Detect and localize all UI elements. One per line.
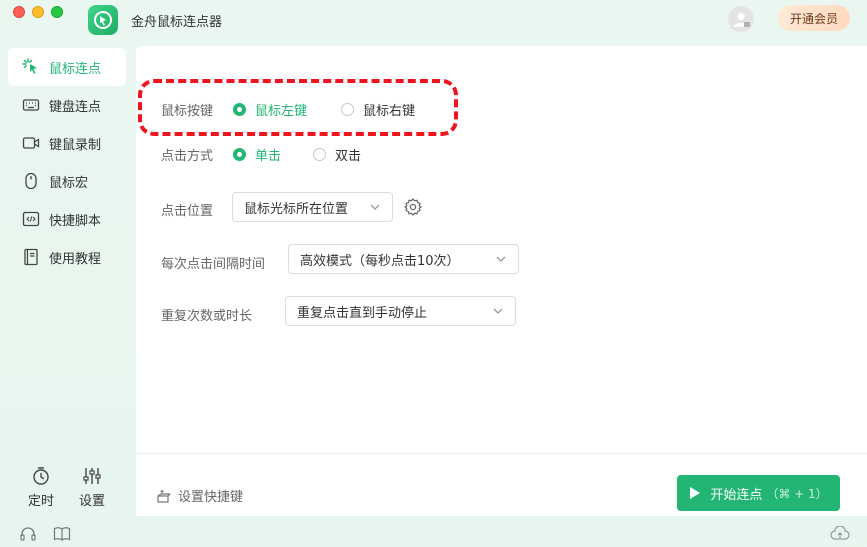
shortcut-settings-button[interactable]: 设置快捷键 — [156, 486, 243, 505]
radio-label: 单击 — [255, 149, 282, 164]
minimize-window-button[interactable] — [32, 6, 44, 18]
app-window: 金舟鼠标连点器 开通会员 鼠标连点 键盘连点 键鼠录制 鼠标宏 快捷脚本 使用教… — [0, 0, 867, 547]
radio-dot — [313, 148, 326, 161]
sidebar-item-label: 键鼠录制 — [49, 137, 102, 153]
book-icon — [22, 248, 40, 266]
select-value: 重复点击直到手动停止 — [297, 305, 428, 321]
radio-single-click[interactable]: 单击 — [233, 145, 281, 164]
radio-double-click[interactable]: 双击 — [313, 145, 361, 164]
record-icon — [22, 134, 40, 152]
sliders-icon — [82, 466, 102, 486]
interval-label: 每次点击间隔时间 — [161, 257, 266, 272]
sidebar-item-mouse-macro[interactable]: 鼠标宏 — [8, 162, 126, 200]
shortcut-icon — [156, 488, 172, 504]
app-title: 金舟鼠标连点器 — [131, 15, 223, 30]
sidebar-item-tutorial[interactable]: 使用教程 — [8, 238, 126, 276]
annotation-highlight — [138, 79, 458, 136]
open-book-icon[interactable] — [52, 525, 72, 543]
sidebar-item-label: 使用教程 — [49, 251, 102, 267]
sidebar: 鼠标连点 键盘连点 键鼠录制 鼠标宏 快捷脚本 使用教程 — [0, 40, 136, 520]
interval-select[interactable]: 高效模式（每秒点击10次） — [288, 244, 519, 274]
sidebar-item-label: 鼠标宏 — [49, 175, 89, 191]
main-footer: 设置快捷键 开始连点 （⌘ + 1） — [136, 453, 867, 516]
sidebar-item-label: 鼠标连点 — [49, 61, 102, 77]
select-value: 鼠标光标所在位置 — [244, 201, 349, 217]
sidebar-item-keyboard-click[interactable]: 键盘连点 — [8, 86, 126, 124]
radio-dot — [233, 148, 246, 161]
chevron-down-icon — [496, 256, 506, 262]
click-mode-label: 点击方式 — [161, 149, 214, 164]
sidebar-item-mouse-click[interactable]: 鼠标连点 — [8, 48, 126, 86]
settings-label: 设置 — [78, 494, 105, 509]
keyboard-icon — [22, 96, 40, 114]
headset-icon[interactable] — [18, 525, 38, 543]
click-position-label: 点击位置 — [161, 204, 214, 219]
start-clicking-button[interactable]: 开始连点 （⌘ + 1） — [677, 475, 840, 511]
close-window-button[interactable] — [13, 6, 25, 18]
sidebar-item-record[interactable]: 键鼠录制 — [8, 124, 126, 162]
repeat-label: 重复次数或时长 — [161, 309, 253, 324]
timer-button[interactable]: 定时 — [21, 466, 61, 510]
sidebar-item-label: 快捷脚本 — [49, 213, 102, 229]
chevron-down-icon — [370, 204, 380, 210]
sidebar-item-label: 键盘连点 — [49, 99, 102, 115]
vip-button[interactable]: 开通会员 — [778, 5, 850, 31]
start-label: 开始连点 — [710, 487, 763, 503]
settings-button[interactable]: 设置 — [72, 466, 112, 510]
timer-label: 定时 — [27, 494, 54, 509]
app-logo-icon — [88, 5, 118, 35]
shortcut-label: 设置快捷键 — [178, 490, 244, 505]
chevron-down-icon — [493, 308, 503, 314]
maximize-window-button[interactable] — [51, 6, 63, 18]
gear-icon[interactable] — [403, 197, 423, 217]
title-bar: 金舟鼠标连点器 开通会员 — [0, 0, 867, 40]
repeat-select[interactable]: 重复点击直到手动停止 — [285, 296, 516, 326]
mouse-click-icon — [22, 58, 40, 76]
cloud-upload-icon[interactable] — [830, 525, 850, 543]
start-shortcut: （⌘ + 1） — [766, 486, 828, 501]
play-icon — [690, 487, 701, 499]
timer-icon — [31, 466, 51, 486]
avatar[interactable] — [728, 6, 754, 32]
select-value: 高效模式（每秒点击10次） — [300, 253, 460, 269]
radio-label: 双击 — [335, 149, 362, 164]
sidebar-item-quick-script[interactable]: 快捷脚本 — [8, 200, 126, 238]
mouse-icon — [22, 172, 40, 190]
click-position-select[interactable]: 鼠标光标所在位置 — [232, 192, 393, 222]
code-icon — [22, 210, 40, 228]
